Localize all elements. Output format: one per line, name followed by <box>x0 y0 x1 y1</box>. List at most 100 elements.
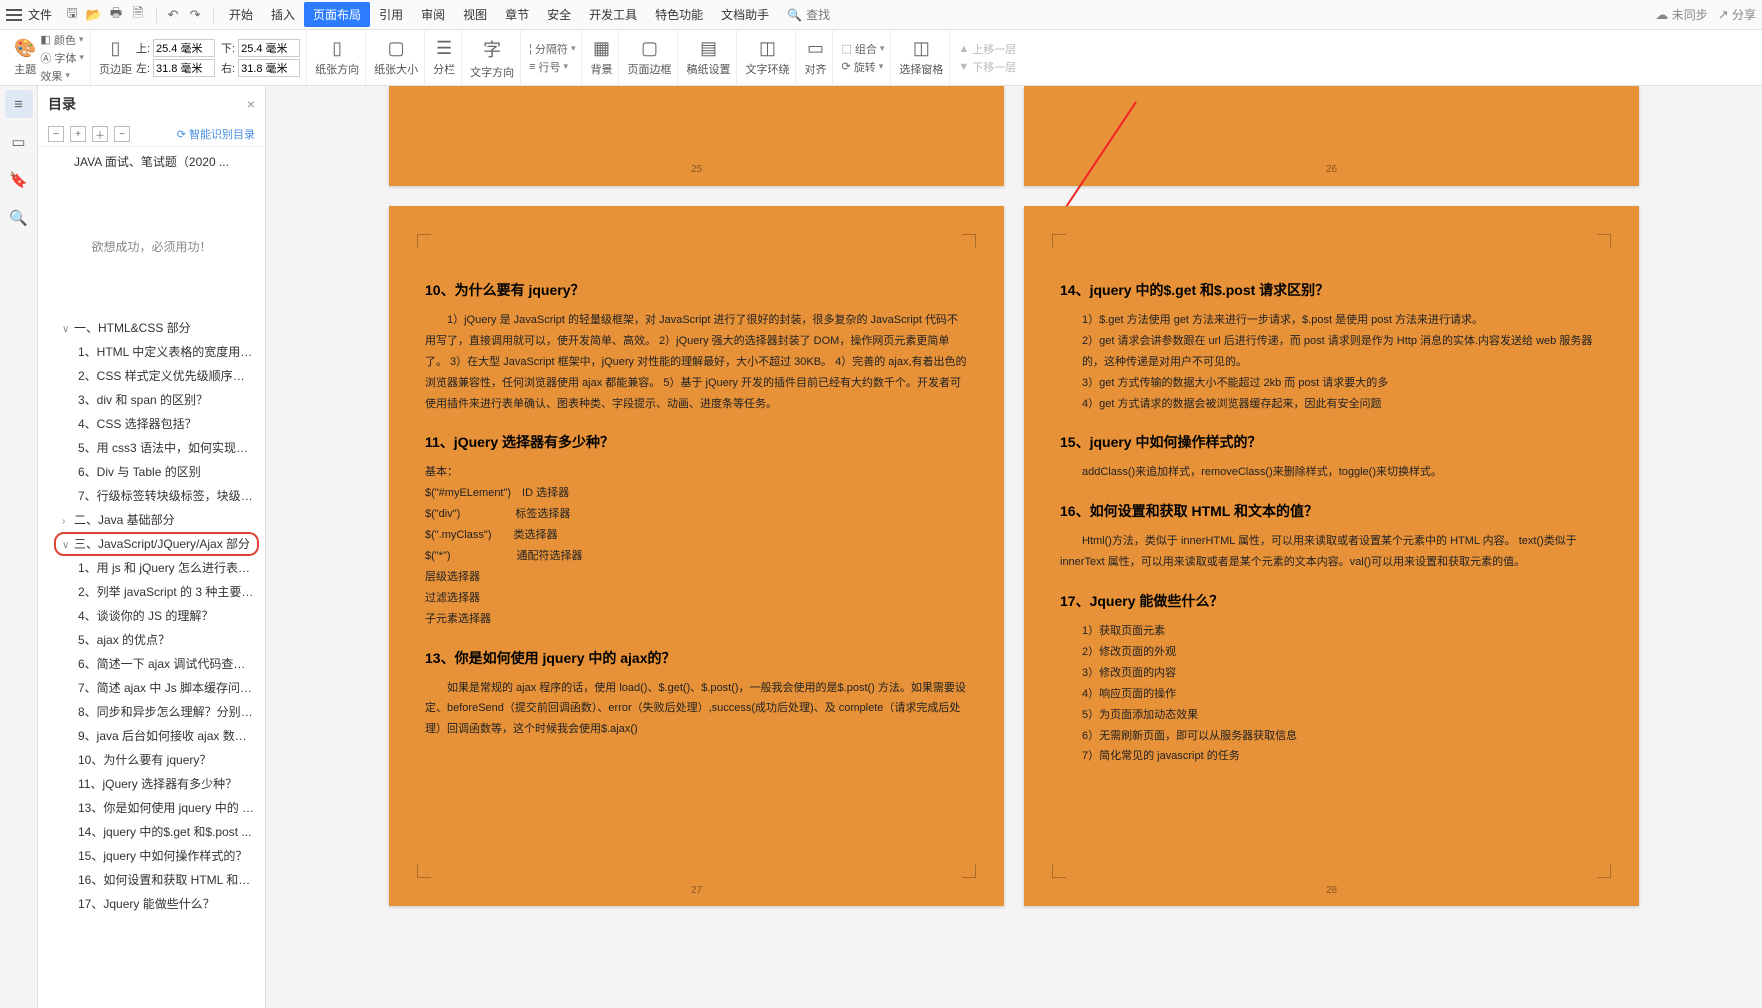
toc-item[interactable]: 7、简述 ajax 中 Js 脚本缓存问题... <box>38 676 265 700</box>
margin-bottom-input[interactable] <box>238 39 300 57</box>
ribbon-tab-3[interactable]: 引用 <box>370 2 412 27</box>
paper-size-button[interactable]: ▢纸张大小 <box>374 38 418 77</box>
ribbon-tab-0[interactable]: 开始 <box>220 2 262 27</box>
toc-item[interactable]: 6、Div 与 Table 的区别 <box>38 460 265 484</box>
toc-item[interactable]: 6、简述一下 ajax 调试代码查找... <box>38 652 265 676</box>
file-menu[interactable]: 文件 <box>28 6 52 23</box>
rail-page-icon[interactable]: ▭ <box>5 128 33 156</box>
toc-item[interactable]: 4、CSS 选择器包括？ <box>38 412 265 436</box>
theme-button[interactable]: 🎨主题 <box>14 38 36 77</box>
page-28: 14、jquery 中的$.get 和$.post 请求区别？ 1）$.get … <box>1024 206 1639 906</box>
smart-toc-button[interactable]: ⟳智能识别目录 <box>177 126 255 142</box>
toc-item[interactable]: 17、Jquery 能做些什么？ <box>38 892 265 916</box>
ribbon-tab-2[interactable]: 页面布局 <box>304 2 370 27</box>
toc-expand-button[interactable]: + <box>70 126 86 142</box>
toc-doc-title[interactable]: JAVA 面试、笔试题（2020 ... <box>38 147 265 176</box>
columns-button[interactable]: ☰分栏 <box>433 38 455 77</box>
ribbon-tab-1[interactable]: 插入 <box>262 2 304 27</box>
ribbon-tab-10[interactable]: 文档助手 <box>712 2 778 27</box>
toc-item[interactable]: 9、java 后台如何接收 ajax 数据... <box>38 724 265 748</box>
toc-item[interactable]: 13、你是如何使用 jquery 中的 aj... <box>38 796 265 820</box>
toc-item[interactable]: 5、用 css3 语法中，如何实现一... <box>38 436 265 460</box>
toc-close-icon[interactable]: × <box>247 96 255 112</box>
effect-dropdown[interactable]: 效果▾ <box>40 68 84 84</box>
group-dropdown[interactable]: ⬚组合▾ <box>841 41 884 57</box>
page-border-button[interactable]: ▢页面边框 <box>627 38 671 77</box>
wrap-icon: ◫ <box>759 38 776 59</box>
ribbon-tab-4[interactable]: 审阅 <box>412 2 454 27</box>
orientation-icon: ▯ <box>332 38 342 59</box>
margin-right-input[interactable] <box>238 59 300 77</box>
text-dir-icon: 字 <box>483 36 501 62</box>
align-button[interactable]: ▭对齐 <box>804 38 826 77</box>
margin-top-input[interactable] <box>153 39 215 57</box>
page-number: 28 <box>1326 885 1337 896</box>
toc-item[interactable]: 3、div 和 span 的区别？ <box>38 388 265 412</box>
rail-bookmark-icon[interactable]: 🔖 <box>5 166 33 194</box>
toc-item[interactable]: ∨一、HTML&CSS 部分 <box>38 316 265 340</box>
menu-bar: 文件 🖫 📂 🖶 🗎 ↶ ↷ 开始插入页面布局引用审阅视图章节安全开发工具特色功… <box>0 0 1762 30</box>
toc-item[interactable]: 2、CSS 样式定义优先级顺序是？ <box>38 364 265 388</box>
ribbon-tab-9[interactable]: 特色功能 <box>646 2 712 27</box>
toc-item[interactable]: 10、为什么要有 jquery？ <box>38 748 265 772</box>
manuscript-button[interactable]: ▤稿纸设置 <box>686 38 730 77</box>
orientation-button[interactable]: ▯纸张方向 <box>315 38 359 77</box>
body-line: $("*") 通配符选择器 <box>425 546 968 567</box>
rotate-dropdown[interactable]: ⟳旋转▾ <box>841 59 884 75</box>
hyphen-dropdown[interactable]: ¦分隔符▾ <box>529 41 575 57</box>
save-icon[interactable]: 🖫 <box>62 5 82 25</box>
toc-item[interactable]: ›二、Java 基础部分 <box>38 508 265 532</box>
ribbon-tab-5[interactable]: 视图 <box>454 2 496 27</box>
margin-left-input[interactable] <box>153 59 215 77</box>
share-button[interactable]: ↗ 分享 <box>1718 6 1756 23</box>
cloud-icon: ☁ <box>1655 7 1668 22</box>
margin-top-label: 上: <box>136 40 150 56</box>
redo-icon[interactable]: ↷ <box>185 5 205 25</box>
toc-item[interactable]: 7、行级标签转块级标签，块级标... <box>38 484 265 508</box>
text-wrap-button[interactable]: ◫文字环绕 <box>745 38 789 77</box>
up-icon: ▲ <box>958 43 969 55</box>
toc-item[interactable]: 16、如何设置和获取 HTML 和文... <box>38 868 265 892</box>
ribbon-tab-8[interactable]: 开发工具 <box>580 2 646 27</box>
print-icon[interactable]: 🖶 <box>106 5 126 25</box>
preview-icon[interactable]: 🗎 <box>128 5 148 25</box>
toc-item[interactable]: 14、jquery 中的$.get 和$.post ... <box>38 820 265 844</box>
margin-bottom-label: 下: <box>221 40 235 56</box>
toc-item[interactable]: 8、同步和异步怎么理解？分别在... <box>38 700 265 724</box>
ribbon-tab-7[interactable]: 安全 <box>538 2 580 27</box>
hamburger-icon[interactable] <box>6 9 22 21</box>
background-button[interactable]: ▦背景 <box>590 38 612 77</box>
ribbon-tab-6[interactable]: 章节 <box>496 2 538 27</box>
text-direction-button[interactable]: 字文字方向 <box>470 36 514 80</box>
toc-remove-button[interactable]: − <box>114 126 130 142</box>
toc-item[interactable]: 5、ajax 的优点？ <box>38 628 265 652</box>
search-tab[interactable]: 🔍查找 <box>778 2 839 27</box>
selection-pane-button[interactable]: ◫选择窗格 <box>899 38 943 77</box>
share-icon: ↗ <box>1718 7 1729 22</box>
sync-status[interactable]: ☁ 未同步 <box>1655 6 1707 23</box>
toc-item[interactable]: 2、列举 javaScript 的 3 种主要数... <box>38 580 265 604</box>
toc-list[interactable]: ∨一、HTML&CSS 部分1、HTML 中定义表格的宽度用 8...2、CSS… <box>38 316 265 1008</box>
toc-item[interactable]: ∨三、JavaScript/JQuery/Ajax 部分 <box>38 532 265 556</box>
toc-item[interactable]: 11、jQuery 选择器有多少种？ <box>38 772 265 796</box>
toc-item[interactable]: 1、用 js 和 jQuery 怎么进行表单... <box>38 556 265 580</box>
toc-item[interactable]: 15、jquery 中如何操作样式的？ <box>38 844 265 868</box>
document-canvas[interactable]: 25 26 10、为什么要有 jquery？ 1）jQuery 是 JavaSc… <box>266 86 1762 1008</box>
rail-search-icon[interactable]: 🔍 <box>5 204 33 232</box>
heading-13: 13、你是如何使用 jquery 中的 ajax的？ <box>425 648 968 668</box>
line-number-dropdown[interactable]: ≡行号▾ <box>529 59 575 75</box>
toc-item[interactable]: 1、HTML 中定义表格的宽度用 8... <box>38 340 265 364</box>
toc-item[interactable]: 4、谈谈你的 JS 的理解？ <box>38 604 265 628</box>
font-dropdown[interactable]: Ⓐ字体▾ <box>40 50 84 66</box>
color-dropdown[interactable]: ◧颜色▾ <box>40 32 84 48</box>
heading-10: 10、为什么要有 jquery？ <box>425 280 968 300</box>
margin-button[interactable]: ▯页边距 <box>99 38 132 77</box>
page-number: 26 <box>1326 164 1337 175</box>
rail-toc-icon[interactable]: ≡ <box>5 90 33 118</box>
undo-icon[interactable]: ↶ <box>163 5 183 25</box>
toc-add-button[interactable]: ＋ <box>92 126 108 142</box>
open-icon[interactable]: 📂 <box>84 5 104 25</box>
toc-collapse-button[interactable]: − <box>48 126 64 142</box>
page-26-stub: 26 <box>1024 86 1639 186</box>
align-icon: ▭ <box>807 38 824 59</box>
